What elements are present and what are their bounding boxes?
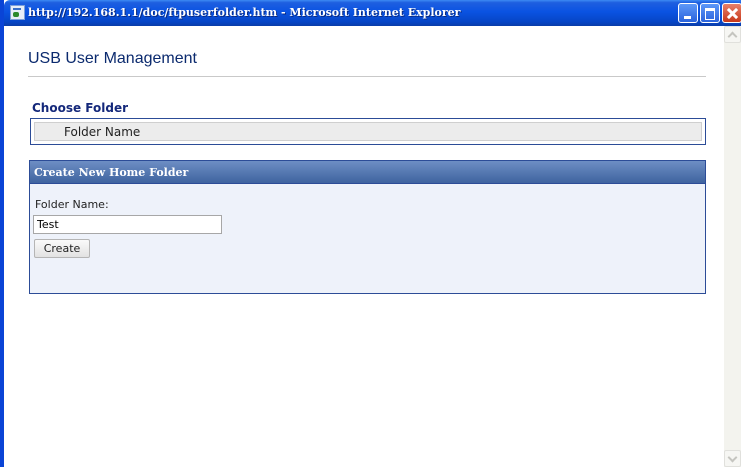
choose-folder-heading: Choose Folder	[32, 101, 129, 115]
folder-name-label: Folder Name:	[35, 198, 109, 211]
scroll-up-icon[interactable]	[724, 26, 741, 43]
window-title: http://192.168.1.1/doc/ftpuserfolder.htm…	[28, 6, 461, 19]
create-home-folder-panel: Create New Home Folder Folder Name: Crea…	[29, 160, 706, 294]
vertical-scrollbar[interactable]	[724, 26, 741, 467]
folder-name-input[interactable]	[33, 215, 222, 234]
create-button[interactable]: Create	[34, 239, 90, 258]
minimize-button[interactable]	[678, 3, 698, 23]
folder-name-column-header: Folder Name	[64, 125, 141, 139]
close-button[interactable]	[722, 3, 741, 23]
folder-table-header: Folder Name	[34, 122, 702, 141]
panel-heading: Create New Home Folder	[34, 166, 189, 179]
folder-table: Folder Name	[30, 118, 706, 145]
maximize-button[interactable]	[700, 3, 720, 23]
title-divider	[28, 76, 706, 77]
page-title: USB User Management	[28, 50, 197, 67]
panel-header: Create New Home Folder	[30, 161, 705, 184]
ie-page-icon	[10, 5, 25, 20]
title-bar[interactable]: http://192.168.1.1/doc/ftpuserfolder.htm…	[4, 0, 741, 26]
scroll-down-icon[interactable]	[724, 450, 741, 467]
